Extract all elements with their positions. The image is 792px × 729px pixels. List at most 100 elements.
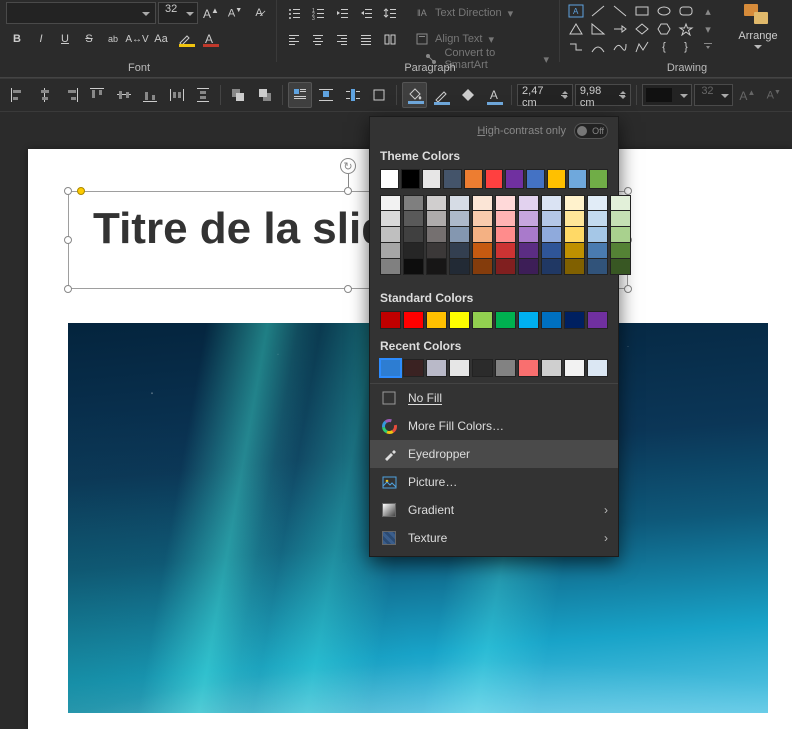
resize-handle-mb[interactable] xyxy=(344,285,352,293)
wrap-square-icon[interactable] xyxy=(288,82,313,108)
more-fill-colors-item[interactable]: More Fill Colors… xyxy=(370,412,618,440)
color-swatch[interactable] xyxy=(380,243,401,259)
increase-indent-icon[interactable] xyxy=(355,2,377,24)
arrange-button[interactable]: Arrange xyxy=(730,2,786,53)
decrease-indent-icon[interactable] xyxy=(331,2,353,24)
italic-button[interactable]: I xyxy=(30,28,52,50)
wrap-none-icon[interactable] xyxy=(367,82,391,108)
color-swatch[interactable] xyxy=(403,211,424,227)
align-right-icon[interactable] xyxy=(331,28,353,50)
shape-hexagon-icon[interactable] xyxy=(654,20,674,38)
shape-star-icon[interactable] xyxy=(676,20,696,38)
align-center-icon[interactable] xyxy=(307,28,329,50)
color-swatch[interactable] xyxy=(403,259,424,275)
shape-outline-button[interactable] xyxy=(429,82,453,108)
shape-width-input[interactable]: 9,98 cm xyxy=(575,84,631,106)
columns-icon[interactable] xyxy=(379,28,401,50)
color-swatch[interactable] xyxy=(380,359,401,377)
color-swatch[interactable] xyxy=(443,169,462,189)
font-family-select[interactable] xyxy=(6,2,156,24)
color-swatch[interactable] xyxy=(449,243,470,259)
color-swatch[interactable] xyxy=(518,243,539,259)
decrease-font-icon[interactable]: A▼ xyxy=(224,2,246,24)
change-case-button[interactable]: Aa xyxy=(150,28,172,50)
adjust-handle[interactable] xyxy=(77,187,85,195)
color-swatch[interactable] xyxy=(464,169,483,189)
color-swatch[interactable] xyxy=(564,195,585,211)
distribute-h-icon[interactable] xyxy=(164,82,188,108)
highlight-color-button[interactable] xyxy=(174,28,196,50)
color-swatch[interactable] xyxy=(449,227,470,243)
shape-effects-button[interactable] xyxy=(455,82,479,108)
numbering-icon[interactable]: 123 xyxy=(307,2,329,24)
font-size-disabled[interactable]: 32 xyxy=(694,84,733,106)
shape-connector1-icon[interactable] xyxy=(566,38,586,56)
color-swatch[interactable] xyxy=(449,195,470,211)
color-swatch[interactable] xyxy=(485,169,504,189)
color-swatch[interactable] xyxy=(564,243,585,259)
resize-handle-bl[interactable] xyxy=(64,285,72,293)
color-swatch[interactable] xyxy=(426,311,447,329)
distribute-v-icon[interactable] xyxy=(191,82,215,108)
text-shadow-button[interactable]: ab xyxy=(102,28,124,50)
color-swatch[interactable] xyxy=(568,169,587,189)
bullets-icon[interactable] xyxy=(283,2,305,24)
shape-textbox-icon[interactable]: A xyxy=(566,2,586,20)
text-fill-button[interactable]: A xyxy=(482,82,506,108)
align-right-edge-icon[interactable] xyxy=(59,82,83,108)
resize-handle-mt[interactable] xyxy=(344,187,352,195)
color-swatch[interactable] xyxy=(589,169,608,189)
wrap-through-icon[interactable] xyxy=(341,82,365,108)
rotate-handle[interactable]: ↻ xyxy=(340,158,356,174)
align-text-button[interactable]: Align Text▾ xyxy=(411,30,498,48)
color-swatch[interactable] xyxy=(541,243,562,259)
underline-button[interactable]: U xyxy=(54,28,76,50)
shape-rect-icon[interactable] xyxy=(632,2,652,20)
color-swatch[interactable] xyxy=(587,359,608,377)
gallery-scroll-down-icon[interactable]: ▾ xyxy=(698,20,718,38)
color-swatch[interactable] xyxy=(426,243,447,259)
color-swatch[interactable] xyxy=(564,359,585,377)
no-fill-item[interactable]: No Fill xyxy=(370,384,618,412)
color-swatch[interactable] xyxy=(495,243,516,259)
color-swatch[interactable] xyxy=(541,195,562,211)
shapes-gallery[interactable]: A ▴ ▾ xyxy=(566,2,718,56)
color-swatch[interactable] xyxy=(587,243,608,259)
font-size-select[interactable]: 32 xyxy=(158,2,198,24)
align-left-edge-icon[interactable] xyxy=(6,82,30,108)
character-spacing-icon[interactable]: A↔V xyxy=(126,28,148,50)
color-swatch[interactable] xyxy=(403,243,424,259)
color-swatch[interactable] xyxy=(610,243,631,259)
line-spacing-icon[interactable] xyxy=(379,2,401,24)
color-swatch[interactable] xyxy=(610,259,631,275)
color-swatch[interactable] xyxy=(587,211,608,227)
shape-arrow-icon[interactable] xyxy=(610,20,630,38)
color-swatch[interactable] xyxy=(403,359,424,377)
shape-triangle-icon[interactable] xyxy=(566,20,586,38)
shape-line-icon[interactable] xyxy=(588,2,608,20)
shape-roundrect-icon[interactable] xyxy=(676,2,696,20)
color-swatch[interactable] xyxy=(449,259,470,275)
color-swatch[interactable] xyxy=(505,169,524,189)
color-swatch[interactable] xyxy=(610,195,631,211)
color-swatch[interactable] xyxy=(472,243,493,259)
color-swatch[interactable] xyxy=(380,169,399,189)
color-swatch[interactable] xyxy=(472,211,493,227)
resize-handle-br[interactable] xyxy=(624,285,632,293)
color-swatch[interactable] xyxy=(587,227,608,243)
align-top-icon[interactable] xyxy=(85,82,109,108)
shape-line2-icon[interactable] xyxy=(610,2,630,20)
color-swatch[interactable] xyxy=(472,195,493,211)
color-swatch[interactable] xyxy=(518,359,539,377)
color-swatch[interactable] xyxy=(526,169,545,189)
shape-diamond-icon[interactable] xyxy=(632,20,652,38)
color-swatch[interactable] xyxy=(518,311,539,329)
color-swatch[interactable] xyxy=(564,227,585,243)
color-swatch[interactable] xyxy=(380,195,401,211)
color-swatch[interactable] xyxy=(518,259,539,275)
align-left-icon[interactable] xyxy=(283,28,305,50)
color-swatch[interactable] xyxy=(449,311,470,329)
shape-rtriangle-icon[interactable] xyxy=(588,20,608,38)
color-swatch[interactable] xyxy=(426,195,447,211)
color-swatch[interactable] xyxy=(472,259,493,275)
